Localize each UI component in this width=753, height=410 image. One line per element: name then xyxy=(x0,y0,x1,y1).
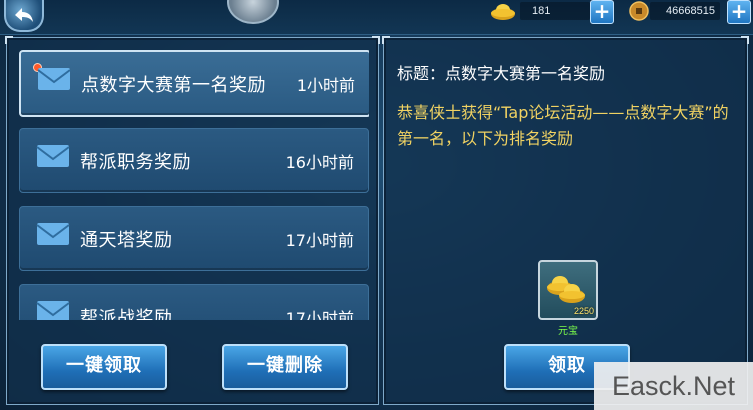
watermark: Easck.Net xyxy=(594,362,753,410)
gold-ingot-amount: 181 xyxy=(532,5,551,17)
mail-time: 17小时前 xyxy=(285,231,354,250)
mail-item[interactable]: 帮派职务奖励 16小时前 xyxy=(19,128,369,193)
mail-detail-title: 标题：点数字大赛第一名奖励 xyxy=(397,64,606,83)
delete-all-button[interactable]: 一键删除 xyxy=(222,344,348,390)
reward-quantity: 2250 xyxy=(573,306,594,316)
envelope-icon xyxy=(36,223,70,245)
mail-item[interactable]: 帮派战奖励 17小时前 xyxy=(19,284,369,320)
panel-corner xyxy=(372,36,380,44)
player-avatar[interactable] xyxy=(227,0,279,24)
mail-list[interactable]: 点数字大赛第一名奖励 1小时前 帮派职务奖励 16小时前 通天塔奖励 17小时前 xyxy=(19,50,369,320)
mail-title: 通天塔奖励 xyxy=(80,230,173,251)
top-bar: 181 + 46668515 + xyxy=(0,0,753,35)
reward-item-slot[interactable]: 2250 xyxy=(538,260,598,320)
add-gold-ingot-button[interactable]: + xyxy=(590,0,614,24)
panel-corner xyxy=(741,36,749,44)
mail-item[interactable]: 通天塔奖励 17小时前 xyxy=(19,206,369,271)
coin-currency: 46668515 xyxy=(626,0,715,22)
mail-detail-panel: 标题：点数字大赛第一名奖励 恭喜侠士获得“Tap论坛活动——点数字大赛”的第一名… xyxy=(382,36,749,405)
mail-item-selected[interactable]: 点数字大赛第一名奖励 1小时前 xyxy=(19,50,369,117)
gold-ingot-currency: 181 xyxy=(490,0,550,22)
mail-title: 点数字大赛第一名奖励 xyxy=(81,75,266,96)
envelope-icon xyxy=(36,145,70,167)
add-coin-button[interactable]: + xyxy=(727,0,751,24)
mail-time: 1小时前 xyxy=(296,76,355,95)
panel-corner xyxy=(5,36,13,44)
mail-detail-body: 恭喜侠士获得“Tap论坛活动——点数字大赛”的第一名，以下为排名奖励 xyxy=(397,103,729,148)
envelope-icon xyxy=(37,68,71,90)
mail-title: 帮派战奖励 xyxy=(80,308,173,320)
envelope-icon xyxy=(36,301,70,320)
mail-time: 17小时前 xyxy=(285,309,354,320)
mail-title: 帮派职务奖励 xyxy=(80,152,191,173)
mail-list-panel: 点数字大赛第一名奖励 1小时前 帮派职务奖励 16小时前 通天塔奖励 17小时前 xyxy=(5,36,380,405)
panel-corner xyxy=(382,36,390,44)
copper-coin-icon xyxy=(626,0,652,22)
back-arrow-icon xyxy=(15,8,33,22)
mail-time: 16小时前 xyxy=(285,153,354,172)
coin-amount: 46668515 xyxy=(666,5,715,17)
back-button[interactable] xyxy=(4,0,44,32)
gold-ingot-icon xyxy=(490,0,516,22)
reward-name: 元宝 xyxy=(558,326,578,337)
claim-all-button[interactable]: 一键领取 xyxy=(41,344,167,390)
